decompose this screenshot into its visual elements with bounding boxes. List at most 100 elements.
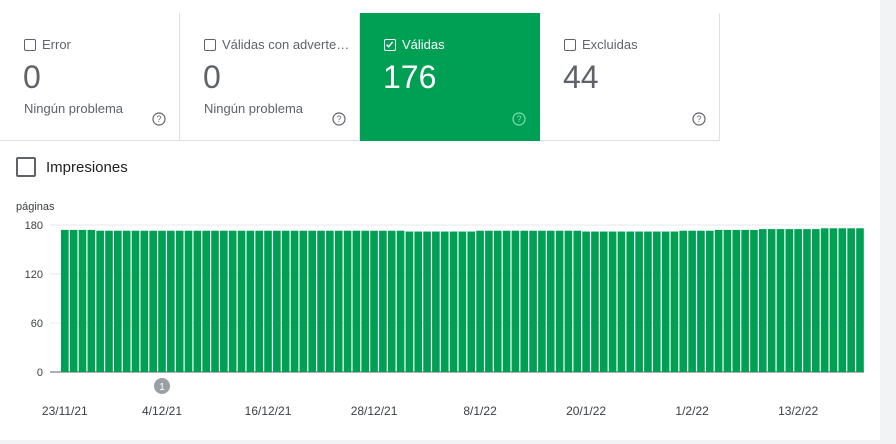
bar[interactable]: [246, 230, 255, 372]
bar[interactable]: [847, 228, 855, 372]
bar[interactable]: [352, 230, 361, 372]
bar[interactable]: [599, 231, 608, 372]
bar[interactable]: [193, 230, 202, 372]
bar[interactable]: [131, 230, 140, 372]
bar[interactable]: [741, 229, 749, 372]
bar[interactable]: [370, 230, 378, 372]
bar[interactable]: [644, 231, 652, 372]
bar[interactable]: [211, 230, 219, 372]
bar[interactable]: [379, 230, 387, 372]
bar[interactable]: [829, 228, 838, 372]
bar[interactable]: [96, 230, 104, 372]
bar[interactable]: [697, 230, 705, 372]
bar[interactable]: [758, 229, 767, 372]
bar[interactable]: [78, 229, 87, 372]
bar[interactable]: [732, 229, 741, 372]
bar[interactable]: [140, 230, 149, 372]
bar[interactable]: [714, 229, 723, 372]
checkbox-icon[interactable]: [24, 38, 36, 51]
bar[interactable]: [608, 231, 617, 372]
bar[interactable]: [564, 230, 573, 372]
bar[interactable]: [114, 230, 122, 372]
bar[interactable]: [476, 230, 484, 372]
bar[interactable]: [635, 231, 643, 372]
bar[interactable]: [326, 230, 334, 372]
bar[interactable]: [237, 230, 246, 372]
bar[interactable]: [573, 230, 582, 372]
bar[interactable]: [423, 231, 431, 372]
bar[interactable]: [149, 230, 157, 372]
bar[interactable]: [546, 230, 555, 372]
bar[interactable]: [158, 230, 166, 372]
bar[interactable]: [803, 229, 811, 372]
bar[interactable]: [750, 229, 758, 372]
bar[interactable]: [538, 230, 546, 372]
checkbox-icon[interactable]: [564, 38, 576, 51]
tile-valid[interactable]: Válidas 176 ?: [360, 13, 540, 141]
bar[interactable]: [220, 230, 228, 372]
bar[interactable]: [432, 231, 440, 372]
help-icon[interactable]: ?: [692, 112, 706, 126]
bar[interactable]: [317, 230, 325, 372]
bar[interactable]: [679, 230, 688, 372]
bar[interactable]: [61, 229, 69, 372]
bar[interactable]: [467, 231, 476, 372]
bar[interactable]: [529, 230, 537, 372]
bar[interactable]: [264, 230, 272, 372]
bar[interactable]: [255, 230, 264, 372]
bar[interactable]: [228, 230, 237, 372]
bar[interactable]: [838, 228, 847, 372]
bar[interactable]: [167, 230, 175, 372]
tile-excluded[interactable]: Excluidas 44 ?: [540, 13, 720, 141]
bar[interactable]: [705, 230, 714, 372]
bar[interactable]: [626, 231, 635, 372]
help-icon[interactable]: ?: [512, 112, 526, 126]
bar[interactable]: [582, 231, 590, 372]
checkbox-checked-icon[interactable]: [384, 38, 396, 51]
bar[interactable]: [811, 229, 820, 372]
bar[interactable]: [414, 231, 423, 372]
impressions-toggle[interactable]: Impresiones: [16, 157, 128, 177]
bar[interactable]: [343, 230, 352, 372]
bar[interactable]: [458, 231, 467, 372]
bar[interactable]: [591, 231, 599, 372]
bar[interactable]: [405, 231, 414, 372]
bar[interactable]: [767, 229, 776, 372]
bar[interactable]: [308, 230, 317, 372]
checkbox-icon[interactable]: [204, 38, 216, 51]
bar[interactable]: [334, 230, 343, 372]
bar[interactable]: [785, 229, 794, 372]
bar[interactable]: [449, 231, 458, 372]
bar[interactable]: [290, 230, 299, 372]
bar[interactable]: [87, 229, 96, 372]
help-icon[interactable]: ?: [332, 112, 346, 126]
bar[interactable]: [794, 229, 802, 372]
bar[interactable]: [670, 231, 679, 372]
bar[interactable]: [617, 231, 626, 372]
bar[interactable]: [661, 231, 670, 372]
bar[interactable]: [361, 230, 370, 372]
bar[interactable]: [184, 230, 193, 372]
bar[interactable]: [820, 228, 829, 372]
bar[interactable]: [652, 231, 661, 372]
bar[interactable]: [776, 229, 785, 372]
bar[interactable]: [273, 230, 281, 372]
bar[interactable]: [520, 230, 529, 372]
bar[interactable]: [723, 229, 732, 372]
bar[interactable]: [856, 228, 864, 372]
bar[interactable]: [493, 230, 502, 372]
bar[interactable]: [688, 230, 696, 372]
bar[interactable]: [202, 230, 210, 372]
tile-error[interactable]: Error 0 Ningún problema ?: [0, 13, 180, 141]
bar[interactable]: [511, 230, 520, 372]
bar[interactable]: [387, 230, 396, 372]
help-icon[interactable]: ?: [152, 112, 166, 126]
bar[interactable]: [122, 230, 131, 372]
bar[interactable]: [175, 230, 184, 372]
bar[interactable]: [485, 230, 493, 372]
bar[interactable]: [105, 230, 113, 372]
bar[interactable]: [299, 230, 308, 372]
checkbox-icon[interactable]: [16, 157, 36, 177]
bar[interactable]: [281, 230, 290, 372]
bar[interactable]: [396, 230, 405, 372]
